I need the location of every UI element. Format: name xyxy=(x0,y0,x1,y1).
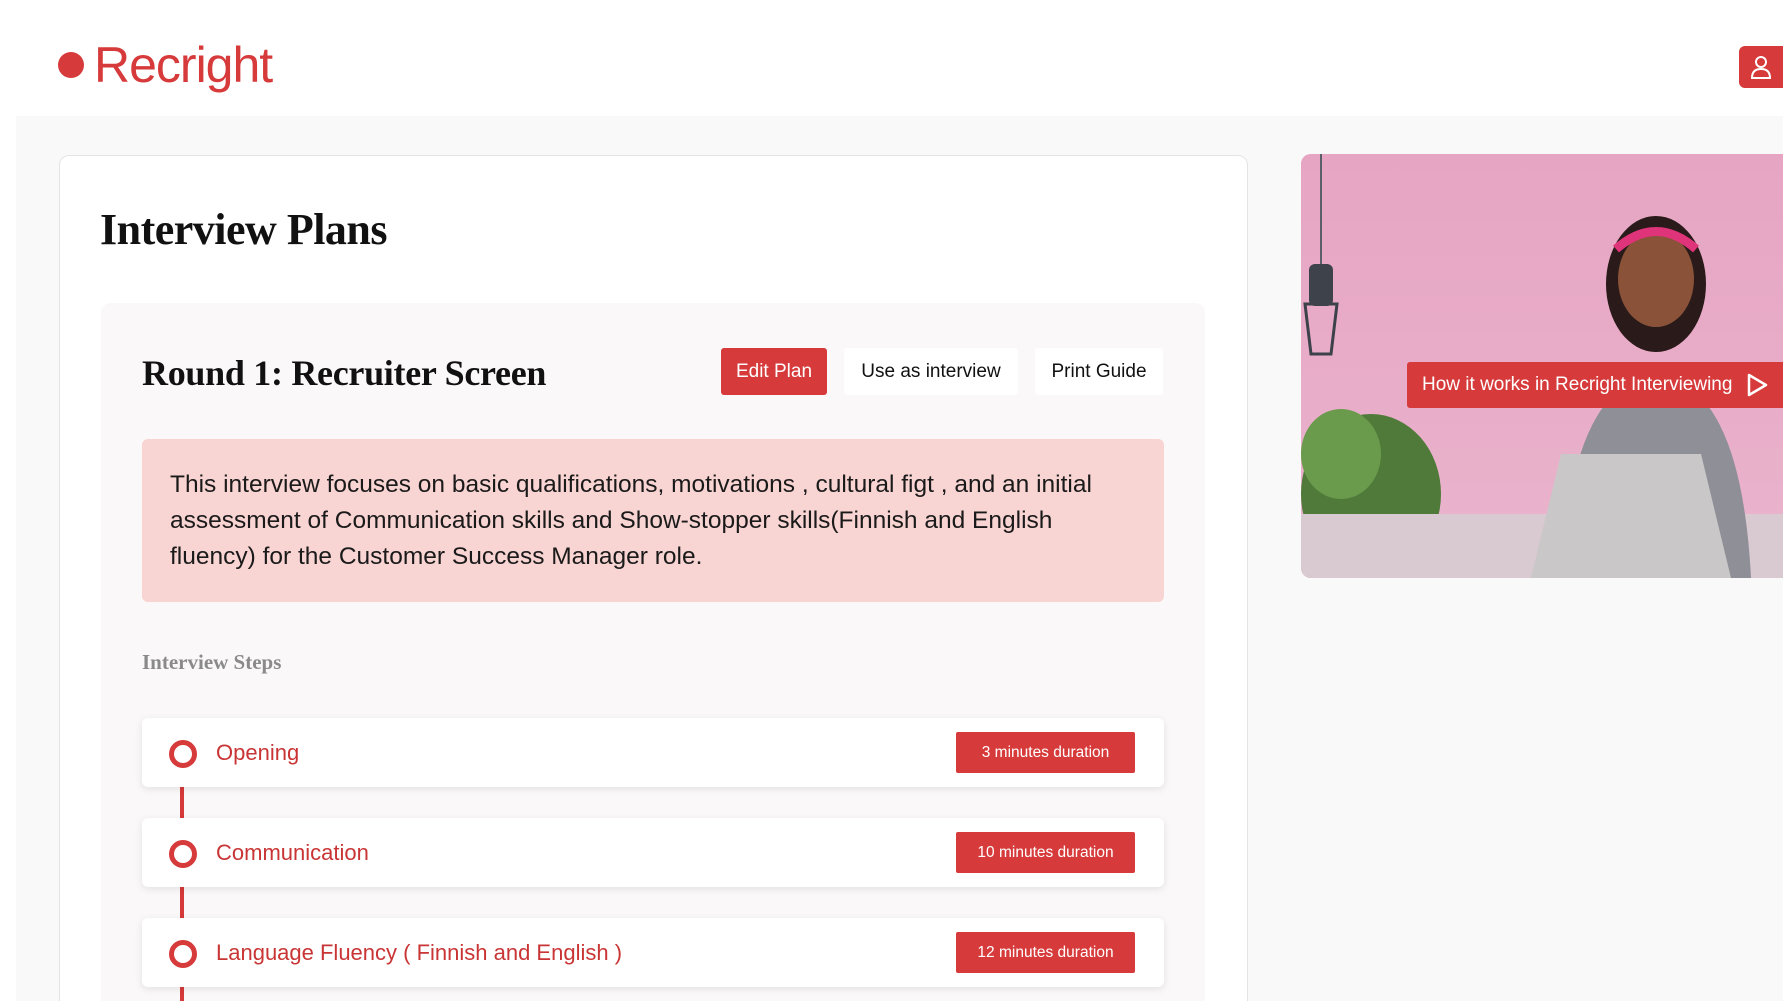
step-connector xyxy=(180,986,184,1001)
step-item-opening[interactable]: Opening 3 minutes duration xyxy=(142,718,1164,787)
page-title: Interview Plans xyxy=(100,205,388,254)
step-name: Opening xyxy=(216,739,300,765)
user-menu-button[interactable] xyxy=(1739,46,1783,88)
plan-description: This interview focuses on basic qualific… xyxy=(142,439,1164,602)
top-header: Recright xyxy=(0,0,1783,116)
play-icon xyxy=(1748,373,1768,397)
edit-plan-button[interactable]: Edit Plan xyxy=(721,348,827,395)
step-status-icon xyxy=(169,740,197,768)
duration-badge: 10 minutes duration xyxy=(956,832,1135,873)
step-item-language-fluency[interactable]: Language Fluency ( Finnish and English )… xyxy=(142,918,1164,987)
how-it-works-button[interactable]: How it works in Recright Interviewing xyxy=(1407,362,1783,408)
recright-logo[interactable]: Recright xyxy=(58,36,273,94)
step-name: Communication xyxy=(216,839,369,865)
user-icon xyxy=(1750,56,1772,79)
logo-dot xyxy=(58,52,84,78)
use-as-interview-button[interactable]: Use as interview xyxy=(844,348,1018,395)
step-item-communication[interactable]: Communication 10 minutes duration xyxy=(142,818,1164,887)
interview-steps-label: Interview Steps xyxy=(142,650,282,674)
duration-badge: 3 minutes duration xyxy=(956,732,1135,773)
how-it-works-label: How it works in Recright Interviewing xyxy=(1422,374,1733,395)
logo-text: Recright xyxy=(94,37,273,93)
step-status-icon xyxy=(169,840,197,868)
step-name: Language Fluency ( Finnish and English ) xyxy=(216,939,623,965)
round-title: Round 1: Recruiter Screen xyxy=(142,353,547,393)
duration-badge: 12 minutes duration xyxy=(956,932,1135,973)
print-guide-button[interactable]: Print Guide xyxy=(1035,348,1163,395)
step-status-icon xyxy=(169,940,197,968)
